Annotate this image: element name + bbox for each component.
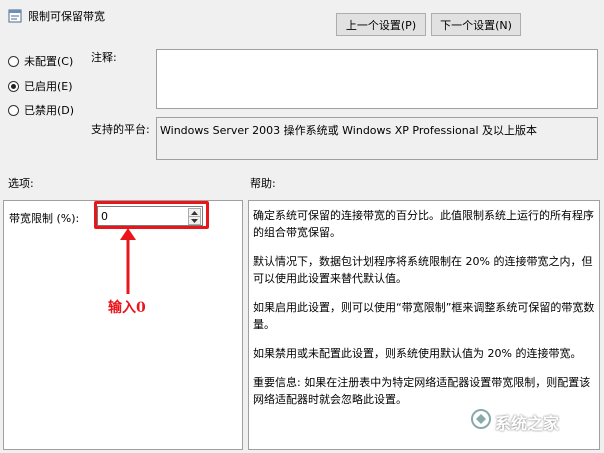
radio-not-configured-label: 未配置(C): [24, 55, 74, 68]
platform-label: 支持的平台:: [91, 123, 150, 136]
radio-not-configured[interactable]: 未配置(C): [8, 53, 73, 69]
help-paragraph: 如果禁用或未配置此设置，则系统使用默认值为 20% 的连接带宽。: [253, 347, 582, 360]
next-setting-button[interactable]: 下一个设置(N): [431, 13, 521, 36]
platform-box: Windows Server 2003 操作系统或 Windows XP Pro…: [156, 117, 598, 160]
bandwidth-label: 带宽限制 (%):: [9, 212, 80, 225]
page-title: 限制可保留带宽: [28, 10, 105, 23]
options-section-label: 选项:: [8, 177, 34, 190]
title-row: 限制可保留带宽: [8, 6, 105, 26]
help-paragraph: 如果启用此设置，则可以使用“带宽限制”框来调整系统可保留的带宽数量。: [253, 301, 595, 331]
radio-enabled[interactable]: 已启用(E): [8, 78, 73, 94]
watermark: 系统之家: [495, 414, 560, 433]
arrow-icon: [120, 228, 136, 294]
comment-label: 注释:: [91, 51, 117, 64]
help-paragraph: 重要信息: 如果在注册表中为特定网络适配器设置带宽限制，则配置该网络适配器时就会…: [253, 376, 591, 406]
help-section-label: 帮助:: [250, 177, 276, 190]
radio-disabled-circle[interactable]: [8, 104, 19, 116]
radio-not-configured-circle[interactable]: [8, 55, 19, 67]
platform-value: Windows Server 2003 操作系统或 Windows XP Pro…: [160, 124, 538, 137]
watermark-logo-icon: [471, 409, 491, 429]
radio-disabled[interactable]: 已禁用(D): [8, 102, 74, 118]
help-paragraph: 确定系统可保留的连接带宽的百分比。此值限制系统上运行的所有程序的组合带宽保留。: [253, 209, 594, 239]
annotation-text: 输入0: [108, 300, 146, 316]
radio-enabled-label: 已启用(E): [24, 80, 73, 93]
comment-textarea[interactable]: [156, 49, 598, 109]
radio-disabled-label: 已禁用(D): [24, 104, 75, 117]
highlight-box: [94, 201, 209, 229]
radio-enabled-circle[interactable]: [8, 80, 19, 92]
policy-icon: [8, 9, 22, 23]
prev-setting-button[interactable]: 上一个设置(P): [336, 13, 426, 36]
help-paragraph: 默认情况下，数据包计划程序将系统限制在 20% 的连接带宽之内，但可以使用此设置…: [253, 255, 593, 285]
